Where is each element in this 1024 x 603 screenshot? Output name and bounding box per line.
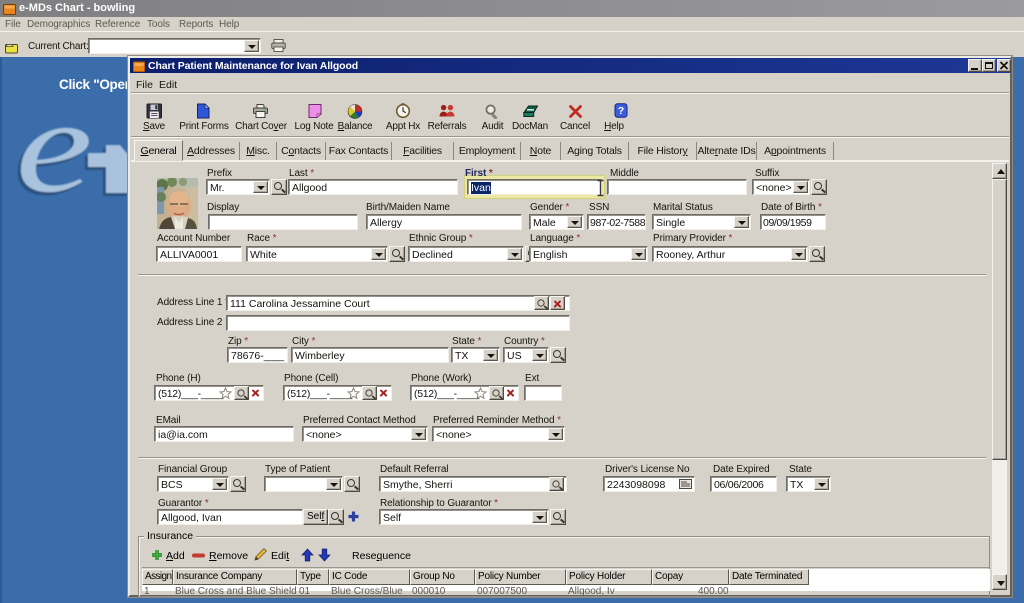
svg-text:?: ? [618, 105, 624, 117]
svg-text:e: e [16, 117, 93, 207]
